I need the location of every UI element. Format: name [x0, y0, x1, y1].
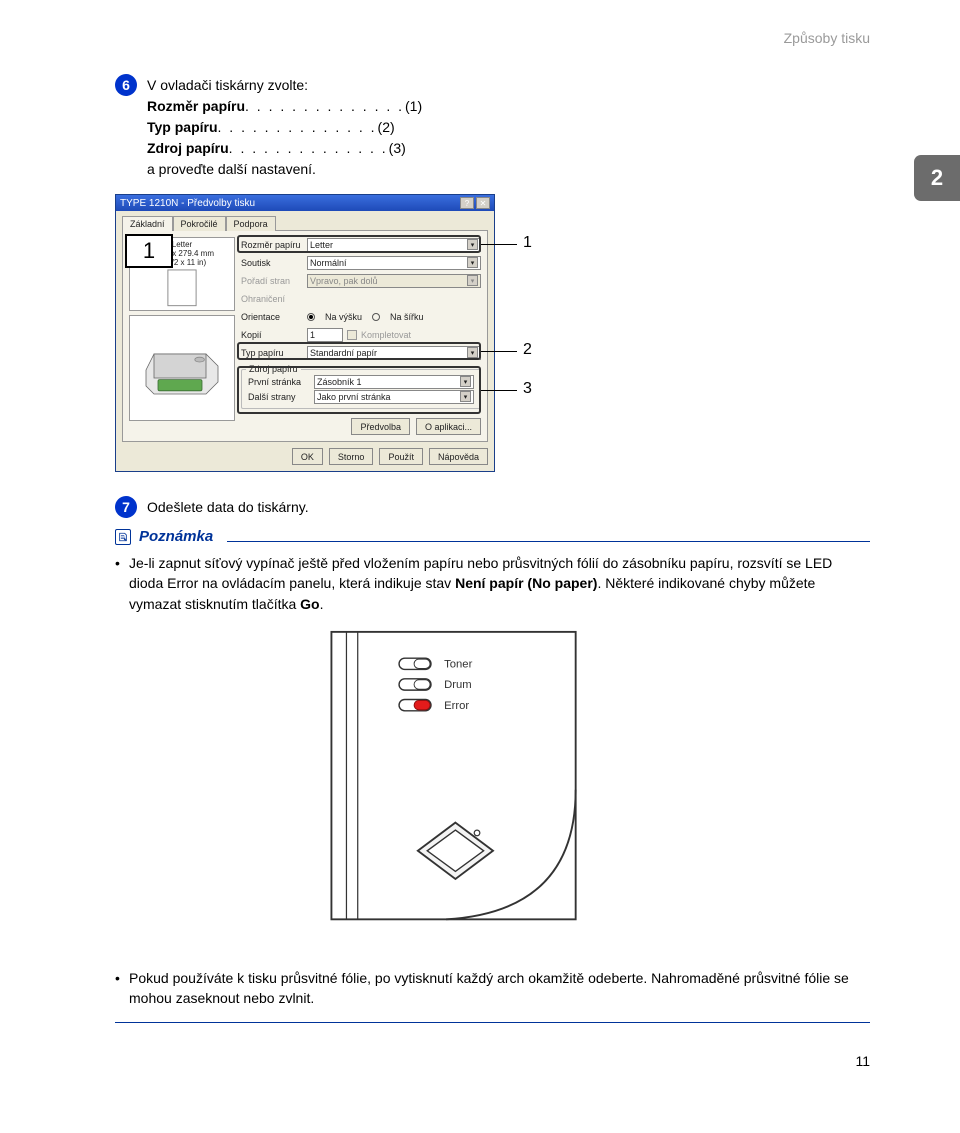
note-bullet-2: Pokud používáte k tisku průsvitné fólie,… — [115, 968, 870, 1009]
callout-num-3: 3 — [523, 380, 532, 398]
callout-highlight-1 — [237, 235, 481, 253]
printer-panel-illustration: Toner Drum Error — [323, 630, 663, 940]
dialog-title: TYPE 1210N - Předvolby tisku — [120, 198, 255, 209]
opt-num: (1) — [405, 96, 422, 117]
callout-line — [481, 351, 517, 352]
orient-portrait-radio[interactable] — [307, 313, 315, 321]
callout-line — [481, 244, 517, 245]
orient-label: Orientace — [241, 312, 303, 322]
tab-support[interactable]: Podpora — [226, 216, 276, 231]
orient-portrait-label: Na výšku — [325, 312, 362, 322]
note-block: Poznámka Je-li zapnut síťový vypínač ješ… — [115, 528, 870, 1023]
chapter-badge: 2 — [914, 155, 960, 201]
callout-num-2: 2 — [523, 341, 532, 359]
callout-highlight-3 — [237, 366, 481, 414]
callout-num-1: 1 — [523, 234, 532, 252]
opt-label: Rozměr papíru — [147, 98, 245, 114]
callout-highlight-2 — [237, 342, 481, 360]
step-7-text: Odešlete data do tiskárny. — [147, 496, 870, 518]
cancel-button[interactable]: Storno — [329, 448, 374, 465]
opt-label: Zdroj papíru — [147, 140, 229, 156]
kopii-input[interactable]: 1 — [307, 328, 343, 342]
callout-box-big: 1 — [125, 234, 173, 268]
orient-landscape-radio[interactable] — [372, 313, 380, 321]
note-rule — [227, 541, 870, 542]
note-icon — [115, 529, 131, 545]
poradi-select: Vpravo, pak dolů▾ — [307, 274, 481, 288]
soutisk-select[interactable]: Normální▾ — [307, 256, 481, 270]
komplet-checkbox — [347, 330, 357, 340]
svg-text:Error: Error — [444, 700, 469, 712]
ok-button[interactable]: OK — [292, 448, 323, 465]
step-6: 6 V ovladači tiskárny zvolte: Rozměr pap… — [115, 74, 870, 180]
leader-dots: . . . . . . . . . . . . . . . . . . . . … — [218, 117, 378, 138]
note-title: Poznámka — [139, 528, 213, 545]
svg-text:Drum: Drum — [444, 679, 472, 691]
soutisk-label: Soutisk — [241, 258, 303, 268]
predvolba-button[interactable]: Předvolba — [351, 418, 410, 435]
opt-label: Typ papíru — [147, 119, 218, 135]
about-button[interactable]: O aplikaci... — [416, 418, 481, 435]
step-number-badge: 6 — [115, 74, 137, 96]
help-icon[interactable]: ? — [460, 197, 474, 209]
step-6-content: V ovladači tiskárny zvolte: Rozměr papír… — [147, 74, 870, 180]
tab-basic[interactable]: Základní — [122, 216, 173, 231]
page-section-header: Způsoby tisku — [115, 30, 870, 46]
tab-advanced[interactable]: Pokročilé — [173, 216, 226, 231]
step-number-badge: 7 — [115, 496, 137, 518]
leader-dots: . . . . . . . . . . . . . . . . . . — [245, 96, 405, 117]
ohran-label: Ohraničení — [241, 294, 303, 304]
dialog-titlebar: TYPE 1210N - Předvolby tisku ? ✕ — [116, 195, 494, 211]
opt-num: (2) — [378, 117, 395, 138]
page-number: 11 — [115, 1053, 870, 1069]
callout-big-1: 1 — [143, 238, 155, 264]
step-outro: a proveďte další nastavení. — [147, 159, 870, 180]
help-button[interactable]: Nápověda — [429, 448, 488, 465]
printer-preview — [129, 315, 235, 421]
opt-num: (3) — [389, 138, 406, 159]
poradi-label: Pořadí stran — [241, 276, 303, 286]
note-bullet-1: Je-li zapnut síťový vypínač ještě před v… — [115, 553, 870, 614]
leader-dots: . . . . . . . . . . . . . . . . . . . . — [229, 138, 389, 159]
komplet-label: Kompletovat — [361, 330, 411, 340]
apply-button[interactable]: Použít — [379, 448, 423, 465]
kopii-label: Kopií — [241, 330, 303, 340]
close-icon[interactable]: ✕ — [476, 197, 490, 209]
step-7: 7 Odešlete data do tiskárny. — [115, 496, 870, 518]
step-intro: V ovladači tiskárny zvolte: — [147, 75, 870, 96]
note-end-rule — [115, 1022, 870, 1023]
svg-text:Toner: Toner — [444, 658, 472, 670]
dialog-screenshot-wrap: TYPE 1210N - Předvolby tisku ? ✕ Základn… — [115, 194, 545, 472]
orient-landscape-label: Na šířku — [390, 312, 424, 322]
callout-line — [481, 390, 517, 391]
printer-icon — [142, 338, 222, 398]
